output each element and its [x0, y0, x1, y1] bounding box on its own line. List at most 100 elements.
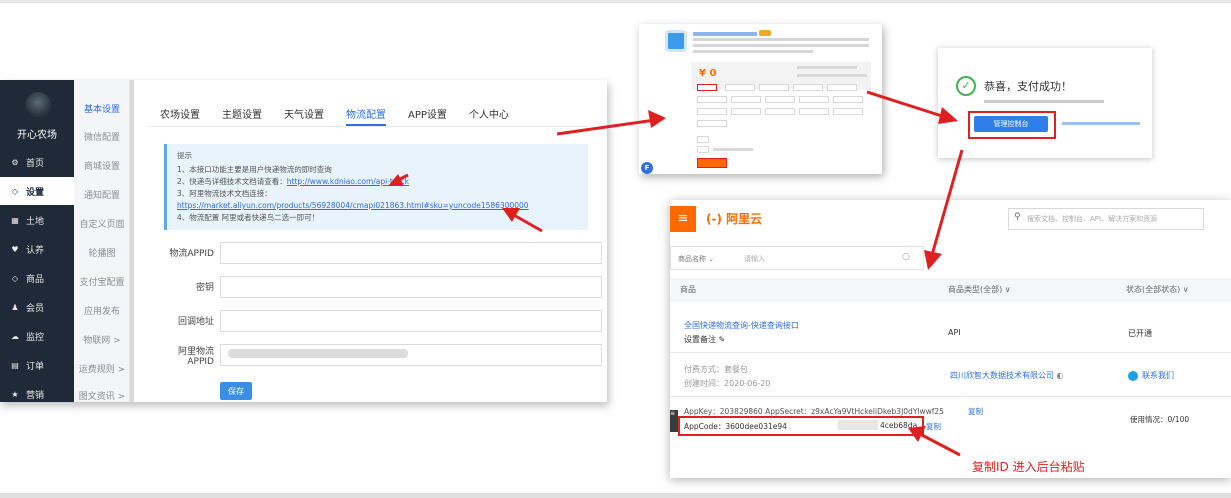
spec-option[interactable]: [793, 84, 823, 91]
product-link[interactable]: 全国快递物流查询-快递查询接口: [684, 320, 799, 331]
notice-line-3: 3、阿里物流技术文档连接： https://market.aliyun.com/p…: [177, 188, 578, 212]
buy-button[interactable]: [697, 158, 727, 168]
subnav-custom-page[interactable]: 自定义页面: [74, 217, 130, 230]
edit-icon[interactable]: ✎: [719, 335, 726, 344]
subnav-carousel[interactable]: 轮播图: [74, 246, 130, 259]
kdniao-link[interactable]: http://www.kdniao.com/api-track: [287, 177, 409, 186]
sales-line: [797, 74, 867, 77]
spec-option-selected[interactable]: [697, 84, 717, 91]
tab-theme[interactable]: 主题设置: [222, 106, 262, 126]
subnav-mall[interactable]: 商城设置: [74, 159, 130, 172]
console-search-input[interactable]: 搜索文档、控制台、API、解决方案和资源: [1008, 208, 1204, 230]
col-status[interactable]: 状态(全部状态) ∨: [1126, 284, 1189, 295]
spec-option[interactable]: [759, 84, 789, 91]
subnav-basic[interactable]: 基本设置: [74, 102, 130, 115]
col-type[interactable]: 商品类型(全部) ∨: [948, 284, 1011, 295]
tab-app[interactable]: APP设置: [408, 106, 447, 126]
nav-label: 首页: [26, 158, 45, 169]
col-type-text: 商品类型(全部): [948, 285, 1003, 294]
tab-logistics[interactable]: 物流配置: [346, 106, 386, 126]
remark[interactable]: 设置备注 ✎: [684, 334, 725, 345]
subnav-notify[interactable]: 通知配置: [74, 188, 130, 201]
copy-appkey-link[interactable]: 复制: [968, 406, 983, 417]
callback-input[interactable]: [220, 310, 602, 332]
tab-weather[interactable]: 天气设置: [284, 106, 324, 126]
spec-option[interactable]: [833, 96, 863, 103]
spec-option[interactable]: [833, 108, 863, 115]
camera-icon: ☁: [11, 331, 19, 341]
panel-divider[interactable]: [130, 80, 134, 402]
tab-profile[interactable]: 个人中心: [469, 106, 509, 126]
save-button[interactable]: 保存: [220, 382, 252, 400]
spec-option[interactable]: [765, 96, 795, 103]
row-divider: [670, 352, 1231, 353]
aliyun-logo[interactable]: (-) 阿里云: [706, 210, 762, 227]
filter-select[interactable]: 商品名称 ⌄: [678, 254, 714, 264]
nav-item-monitor[interactable]: ☁ 监控: [0, 322, 74, 350]
subnav-iot[interactable]: 物联网 >: [74, 333, 130, 346]
row-divider: [670, 396, 1231, 397]
gear-icon: ⚙: [11, 157, 19, 167]
settings-tabs: 农场设置 主题设置 天气设置 物流配置 APP设置 个人中心: [160, 106, 509, 126]
subnav-wechat[interactable]: 微信配置: [74, 130, 130, 143]
duration-option[interactable]: [697, 136, 709, 143]
spec-option[interactable]: [799, 108, 829, 115]
nav-label: 订单: [26, 361, 45, 372]
nav-item-marketing[interactable]: ★ 营销: [0, 380, 74, 402]
drag-handle[interactable]: ≡: [670, 410, 678, 432]
quantity-stepper[interactable]: [697, 146, 709, 153]
highlight-box: [968, 111, 1056, 139]
col-product: 商品: [680, 285, 696, 294]
spec-option[interactable]: [725, 84, 755, 91]
annotation-text: 复制ID 进入后台粘贴: [972, 460, 1085, 474]
goods-icon: ◇: [11, 273, 19, 283]
aliyun-market-link[interactable]: https://market.aliyun.com/products/56928…: [177, 201, 529, 210]
nav-label: 营销: [26, 390, 45, 401]
check-icon: ✓: [956, 76, 976, 96]
spec-option[interactable]: [731, 108, 761, 115]
spec-option[interactable]: [731, 96, 761, 103]
vendor-text: 四川欣智大数据技术有限公司: [950, 371, 1054, 380]
heart-icon: ♥: [11, 244, 19, 254]
spec-option[interactable]: [697, 108, 727, 115]
subnav-freight[interactable]: 运费规则 >: [74, 362, 130, 375]
tab-farm[interactable]: 农场设置: [160, 106, 200, 126]
nav-item-member[interactable]: ♟ 会员: [0, 293, 74, 321]
search-icon[interactable]: ○: [902, 252, 910, 262]
filter-input[interactable]: 请输入: [744, 254, 765, 264]
spec-option[interactable]: [765, 108, 795, 115]
subnav-publish[interactable]: 应用发布: [74, 304, 130, 317]
secret-label: 密钥: [195, 283, 214, 293]
nav-item-land[interactable]: ▦ 土地: [0, 206, 74, 234]
rating-line: [797, 66, 857, 69]
settings-icon: ◇: [11, 186, 19, 196]
nav-item-goods[interactable]: ◇ 商品: [0, 264, 74, 292]
secret-input[interactable]: [220, 276, 602, 298]
spec-option[interactable]: [827, 84, 857, 91]
nav-item-settings[interactable]: ◇ 设置: [0, 177, 74, 205]
ali-appid-label: 阿里物流 APPID: [150, 344, 214, 367]
copy-appcode-link[interactable]: 复制: [926, 421, 941, 432]
menu-icon[interactable]: ≡: [670, 206, 696, 232]
appid-input[interactable]: [220, 242, 602, 264]
subnav-articles[interactable]: 图文资讯 >: [74, 389, 130, 402]
contact-link[interactable]: 联系我们: [1142, 370, 1174, 381]
nav-item-home[interactable]: ⚙ 首页: [0, 148, 74, 176]
nav-item-orders[interactable]: ▤ 订单: [0, 351, 74, 379]
label-line: APPID: [187, 357, 214, 367]
nav-item-adopt[interactable]: ♥ 认养: [0, 235, 74, 263]
spec-option[interactable]: [799, 96, 829, 103]
nav-label: 会员: [26, 303, 45, 314]
settings-subnav: 基本设置 微信配置 商城设置 通知配置 自定义页面 轮播图 支付宝配置 应用发布…: [74, 80, 130, 402]
admin-logistics-screenshot: 开心农场 ⚙ 首页 ◇ 设置 ▦ 土地 ♥ 认养 ◇ 商品 ♟ 会员 ☁ 监控 ▤ 订单 ★ 营销…: [0, 80, 607, 402]
spec-option[interactable]: [697, 120, 727, 127]
subnav-alipay[interactable]: 支付宝配置: [74, 275, 130, 288]
vendor-link[interactable]: 四川欣智大数据技术有限公司 ◐: [950, 370, 1064, 381]
user-icon: ♟: [11, 302, 19, 312]
callback-label: 回调地址: [177, 317, 214, 327]
product-badge: [759, 30, 771, 36]
spec-option[interactable]: [697, 96, 727, 103]
shield-icon: ◐: [1056, 371, 1064, 380]
order-links[interactable]: [1062, 122, 1140, 125]
filter-label-text: 商品名称: [678, 255, 706, 263]
